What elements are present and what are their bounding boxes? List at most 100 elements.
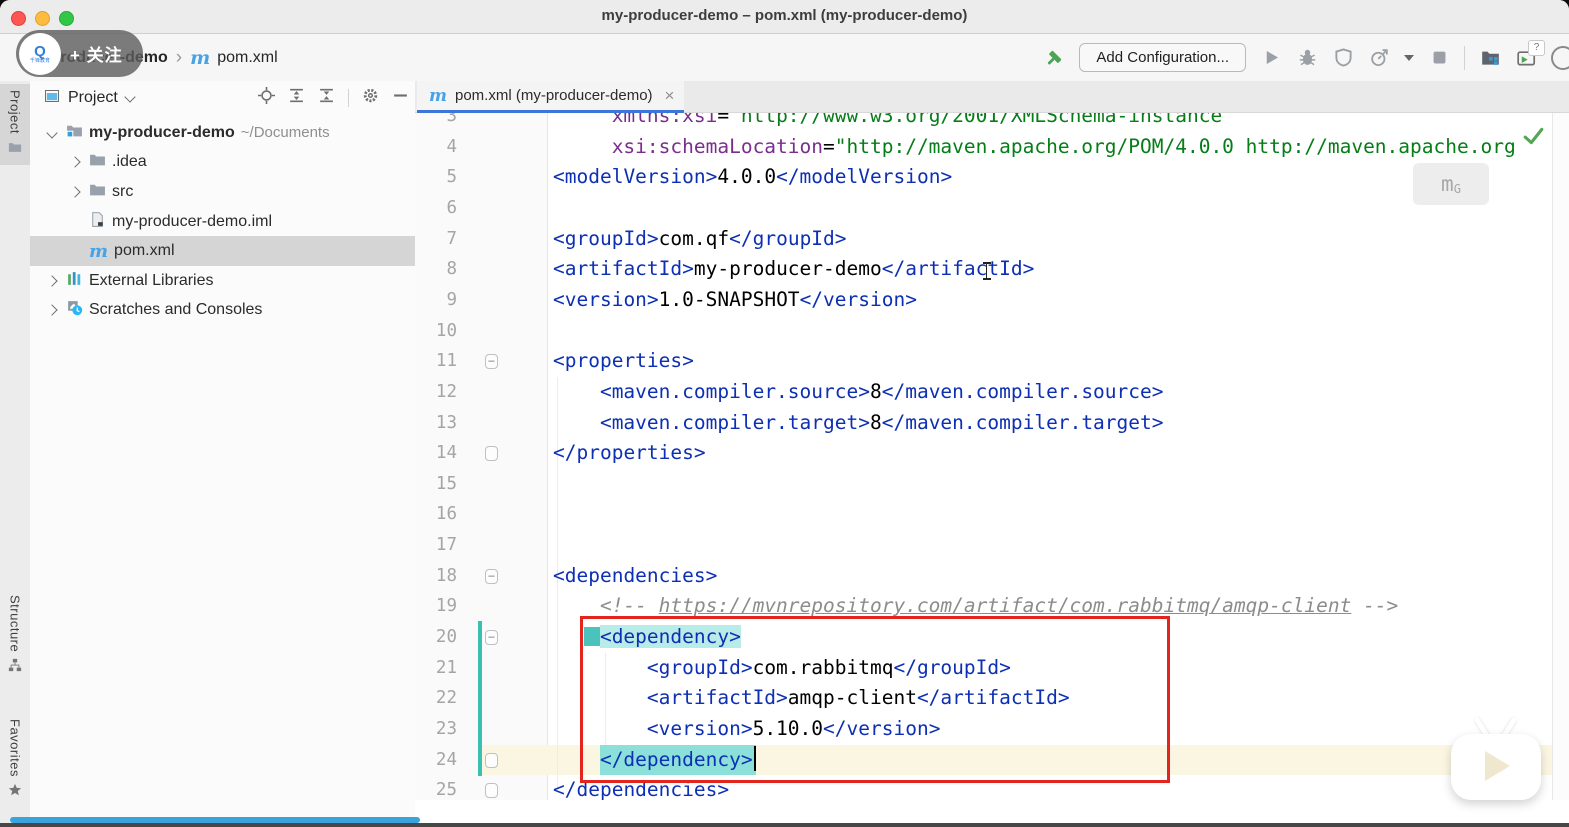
line-number: 24 — [435, 749, 457, 770]
bilibili-tv-play-icon[interactable] — [1449, 704, 1549, 804]
line-number: 7 — [446, 228, 457, 249]
code-line-9[interactable]: 9 <version>1.0-SNAPSHOT</version> — [415, 285, 1569, 316]
tree-item-scratches-and-consoles[interactable]: Scratches and Consoles — [30, 296, 415, 326]
fold-marker-icon[interactable]: − — [485, 630, 498, 646]
code-text: xsi:schemaLocation="http://maven.apache.… — [611, 134, 1516, 158]
chevron-down-icon[interactable] — [1404, 54, 1414, 61]
chevron-down-icon[interactable] — [124, 90, 136, 103]
code-line-14[interactable]: 14 </properties> — [415, 438, 1569, 469]
tree-item-pom-xml[interactable]: m pom.xml — [30, 236, 415, 266]
code-line-10[interactable]: 10 — [415, 316, 1569, 347]
inspections-ok-icon — [1523, 127, 1544, 149]
tool-window-button-favorites[interactable]: Favorites — [0, 713, 30, 808]
chevron-right-icon[interactable] — [67, 156, 83, 169]
line-number: 9 — [446, 289, 457, 310]
fold-marker-icon[interactable] — [485, 783, 498, 799]
editor: m pom.xml (my-producer-demo) × 3 xmlns:xs… — [415, 81, 1569, 827]
code-line-16[interactable]: 16 — [415, 499, 1569, 530]
project-structure-button[interactable] — [1479, 47, 1501, 69]
tree-item-label: External Libraries — [89, 271, 214, 289]
stop-button[interactable] — [1428, 47, 1450, 69]
run-with-coverage-button[interactable] — [1332, 47, 1354, 69]
chevron-right-icon[interactable] — [44, 275, 60, 287]
code-line-13[interactable]: 13 <maven.compiler.target>8</maven.compil… — [415, 408, 1569, 439]
expand-all-button[interactable] — [288, 87, 305, 109]
code-line-7[interactable]: 7 <groupId>com.qf</groupId> — [415, 224, 1569, 255]
code-line-18[interactable]: 18 − <dependencies> — [415, 561, 1569, 592]
tree-item-src[interactable]: src — [30, 177, 415, 207]
code-text: </properties> — [553, 441, 706, 465]
line-number: 20 — [435, 627, 457, 648]
watermark-ghost: mG — [1413, 163, 1489, 205]
iml-file-icon — [89, 211, 106, 233]
line-number: 19 — [435, 596, 457, 617]
fold-marker-icon[interactable] — [485, 752, 498, 768]
star-icon — [8, 783, 22, 802]
avatar-brand-text: 千锋教育 — [29, 57, 50, 64]
locate-file-button[interactable] — [258, 87, 275, 109]
chevron-right-icon[interactable] — [44, 304, 60, 317]
code-editor[interactable]: 3 xmlns:xsi="http://www.w3.org/2001/XMLSc… — [415, 113, 1569, 800]
tree-item-my-producer-demo-iml[interactable]: my-producer-demo.iml — [30, 207, 415, 237]
run-button[interactable] — [1260, 47, 1282, 69]
tool-window-button-structure[interactable]: Structure — [0, 589, 30, 683]
channel-avatar[interactable]: Q 千锋教育 — [19, 32, 61, 75]
fold-marker-icon[interactable] — [485, 446, 498, 462]
collapse-all-button[interactable] — [318, 87, 335, 109]
video-progress-bar[interactable] — [10, 817, 420, 823]
sdk-setup-button[interactable]: ? — [1515, 39, 1545, 69]
tree-item-label: pom.xml — [114, 242, 175, 260]
tab-pom-xml[interactable]: m pom.xml (my-producer-demo) × — [417, 81, 685, 113]
close-tab-icon[interactable]: × — [665, 86, 675, 106]
code-text: <dependencies> — [553, 563, 718, 587]
ide-window: my-producer-demo – pom.xml (my-producer-… — [0, 0, 1569, 827]
red-annotation-box — [580, 616, 1170, 783]
tree-item-label: Scratches and Consoles — [89, 301, 263, 319]
code-line-15[interactable]: 15 — [415, 469, 1569, 500]
title-bar: my-producer-demo – pom.xml (my-producer-… — [0, 0, 1569, 34]
code-line-3[interactable]: 3 xmlns:xsi="http://www.w3.org/2001/XMLSc… — [415, 113, 1569, 132]
line-number: 22 — [435, 688, 457, 709]
code-text: <maven.compiler.target>8</maven.compiler… — [599, 410, 1164, 434]
line-number: 21 — [435, 657, 457, 678]
tree-item-external-libraries[interactable]: External Libraries — [30, 266, 415, 296]
hide-panel-button[interactable] — [392, 87, 409, 109]
avatar-logo: Q — [34, 42, 46, 60]
code-text: <groupId>com.qf</groupId> — [553, 226, 847, 250]
breadcrumb-item[interactable]: pom.xml — [217, 49, 277, 67]
code-text: <modelVersion>4.0.0</modelVersion> — [553, 165, 953, 189]
line-number: 18 — [435, 565, 457, 586]
code-text: <artifactId>my-producer-demo</artifactId… — [553, 257, 1035, 281]
project-view-selector[interactable]: Project — [68, 89, 118, 107]
code-line-17[interactable]: 17 — [415, 530, 1569, 561]
maven-icon: m — [89, 240, 109, 262]
tool-window-icon — [44, 88, 60, 109]
code-line-5[interactable]: 5 <modelVersion>4.0.0</modelVersion> — [415, 162, 1569, 193]
code-line-8[interactable]: 8 <artifactId>my-producer-demo</artifactI… — [415, 254, 1569, 285]
profiler-button[interactable] — [1368, 47, 1390, 69]
code-line-12[interactable]: 12 <maven.compiler.source>8</maven.compil… — [415, 377, 1569, 408]
fold-marker-icon[interactable]: − — [485, 568, 498, 584]
code-text: <properties> — [553, 349, 694, 373]
tool-window-button-project[interactable]: Project — [0, 84, 30, 165]
add-configuration-button[interactable]: Add Configuration... — [1079, 43, 1246, 72]
code-line-4[interactable]: 4 xsi:schemaLocation="http://maven.apache… — [415, 132, 1569, 163]
libraries-icon — [66, 270, 83, 292]
search-everywhere-icon[interactable] — [1551, 45, 1569, 70]
follow-button[interactable]: Q 千锋教育 + 关注 — [16, 30, 143, 77]
tree-item-label: my-producer-demo — [89, 123, 235, 141]
panel-settings-button[interactable] — [362, 87, 379, 109]
debug-button[interactable] — [1296, 47, 1318, 69]
line-number: 15 — [435, 473, 457, 494]
editor-tab-bar: m pom.xml (my-producer-demo) × — [415, 81, 1569, 113]
chevron-right-icon[interactable] — [67, 186, 83, 198]
tree-item-my-producer-demo[interactable]: my-producer-demo ~/Documents — [30, 118, 415, 148]
tree-item--idea[interactable]: .idea — [30, 148, 415, 178]
build-project-button[interactable] — [1043, 47, 1065, 69]
tab-label: pom.xml (my-producer-demo) — [455, 87, 653, 104]
fold-marker-icon[interactable]: − — [485, 354, 498, 370]
toolbar-separator — [348, 89, 349, 107]
chevron-down-icon[interactable] — [44, 127, 60, 139]
code-line-11[interactable]: 11 − <properties> — [415, 346, 1569, 377]
code-line-6[interactable]: 6 — [415, 193, 1569, 224]
